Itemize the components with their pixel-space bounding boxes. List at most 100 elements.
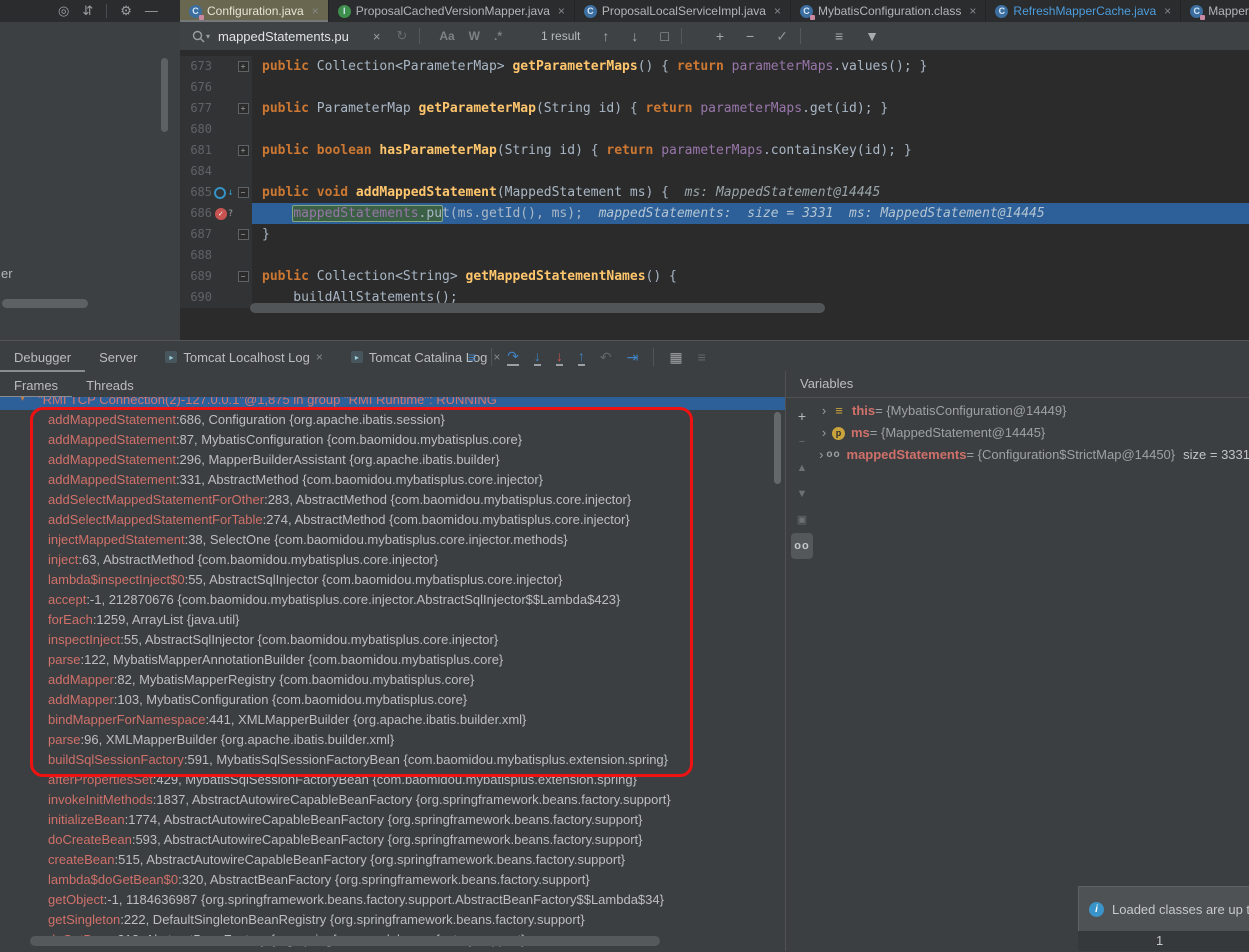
stack-frame[interactable]: initializeBean:1774, AbstractAutowireCap… bbox=[0, 810, 785, 830]
close-icon[interactable]: × bbox=[316, 350, 323, 364]
fold-icon[interactable]: − bbox=[238, 271, 249, 282]
notification-balloon[interactable]: i Loaded classes are up t bbox=[1078, 886, 1249, 932]
evaluate-expression-icon[interactable]: ▦ bbox=[669, 349, 682, 365]
stack-frame[interactable]: forEach:1259, ArrayList {java.util} bbox=[0, 610, 785, 630]
new-line-icon[interactable]: ↻ bbox=[396, 28, 407, 44]
hide-panel-icon[interactable]: — bbox=[145, 0, 158, 22]
whole-words-toggle[interactable]: W bbox=[469, 29, 480, 43]
stack-frame[interactable]: addMappedStatement:686, Configuration {o… bbox=[0, 410, 785, 430]
stack-frame[interactable]: addSelectMappedStatementForOther:283, Ab… bbox=[0, 490, 785, 510]
code-line[interactable]: 687−} bbox=[180, 224, 1249, 245]
stack-frame[interactable]: getObject:-1, 1184636987 {org.springfram… bbox=[0, 890, 785, 910]
filter-icon[interactable]: ▼ bbox=[865, 28, 879, 44]
move-up-icon[interactable]: ▲ bbox=[791, 455, 813, 481]
stack-frame[interactable]: bindMapperForNamespace:441, XMLMapperBui… bbox=[0, 710, 785, 730]
code-line[interactable]: 681+public boolean hasParameterMap(Strin… bbox=[180, 140, 1249, 161]
step-out-icon[interactable]: ↑ bbox=[578, 348, 585, 366]
stack-frame[interactable]: accept:-1, 212870676 {com.baomidou.mybat… bbox=[0, 590, 785, 610]
stack-frame[interactable]: inspectInject:55, AbstractSqlInjector {c… bbox=[0, 630, 785, 650]
code-line[interactable]: 676 bbox=[180, 77, 1249, 98]
filter-search-lines-icon[interactable]: ≡ bbox=[835, 28, 843, 44]
stack-frame[interactable]: getSingleton:222, DefaultSingletonBeanRe… bbox=[0, 910, 785, 930]
editor-tab[interactable]: CRefreshMapperCache.java× bbox=[986, 0, 1181, 22]
close-icon[interactable]: × bbox=[312, 4, 319, 18]
add-watch-icon[interactable]: + bbox=[791, 403, 813, 429]
show-watches-icon[interactable]: oo bbox=[791, 533, 813, 559]
code-editor[interactable]: 673+public Collection<ParameterMap> getP… bbox=[180, 50, 1249, 340]
run-to-cursor-icon[interactable]: ⇥ bbox=[627, 349, 639, 365]
chevron-right-icon[interactable]: › bbox=[816, 422, 832, 444]
stack-frame[interactable]: addMapper:82, MybatisMapperRegistry {com… bbox=[0, 670, 785, 690]
fold-icon[interactable]: + bbox=[238, 103, 249, 114]
variable-row[interactable]: ›pms = {MappedStatement@14445} bbox=[816, 422, 1249, 444]
chevron-right-icon[interactable]: › bbox=[816, 444, 827, 466]
add-occurrence-icon[interactable]: + bbox=[716, 28, 724, 44]
stack-frame[interactable]: addMappedStatement:331, AbstractMethod {… bbox=[0, 470, 785, 490]
locate-icon[interactable]: ◎ bbox=[58, 0, 69, 22]
stack-frame[interactable]: parse:122, MybatisMapperAnnotationBuilde… bbox=[0, 650, 785, 670]
close-icon[interactable]: × bbox=[969, 4, 976, 18]
stack-frame[interactable]: createBean:515, AbstractAutowireCapableB… bbox=[0, 850, 785, 870]
duplicate-icon[interactable]: ▣ bbox=[791, 507, 813, 533]
threads-view-icon[interactable]: ≡ bbox=[468, 349, 476, 365]
fold-icon[interactable]: + bbox=[238, 61, 249, 72]
variable-row[interactable]: ›≡this = {MybatisConfiguration@14449} bbox=[816, 400, 1249, 422]
code-line[interactable]: 673+public Collection<ParameterMap> getP… bbox=[180, 56, 1249, 77]
close-icon[interactable]: × bbox=[774, 4, 781, 18]
code-line[interactable]: 680 bbox=[180, 119, 1249, 140]
breakpoint-icon[interactable]: ✓ bbox=[215, 208, 227, 220]
tab-threads[interactable]: Threads bbox=[72, 372, 148, 398]
open-in-find-window-icon[interactable]: □ bbox=[660, 28, 668, 44]
stack-frame[interactable]: inject:63, AbstractMethod {com.baomidou.… bbox=[0, 550, 785, 570]
search-input[interactable]: mappedStatements.pu bbox=[218, 29, 349, 44]
drop-frame-icon[interactable]: ↶ bbox=[600, 349, 612, 365]
stack-frame[interactable]: buildSqlSessionFactory:591, MybatisSqlSe… bbox=[0, 750, 785, 770]
stack-frame[interactable]: afterPropertiesSet:429, MybatisSqlSessio… bbox=[0, 770, 785, 790]
clear-search-icon[interactable]: × bbox=[373, 29, 381, 44]
stack-frame[interactable]: lambda$doGetBean$0:320, AbstractBeanFact… bbox=[0, 870, 785, 890]
stack-frame[interactable]: injectMappedStatement:38, SelectOne {com… bbox=[0, 530, 785, 550]
stack-frame[interactable]: addMappedStatement:296, MapperBuilderAss… bbox=[0, 450, 785, 470]
code-line[interactable]: 684 bbox=[180, 161, 1249, 182]
code-line[interactable]: 688 bbox=[180, 245, 1249, 266]
editor-tab[interactable]: IProposalCachedVersionMapper.java× bbox=[329, 0, 575, 22]
collapse-all-icon[interactable]: ⇵ bbox=[82, 0, 93, 22]
regex-toggle[interactable]: .* bbox=[494, 29, 502, 43]
tab-frames[interactable]: Frames bbox=[0, 372, 72, 398]
debug-tab[interactable]: Server bbox=[85, 342, 151, 372]
stack-frame[interactable]: invokeInitMethods:1837, AbstractAutowire… bbox=[0, 790, 785, 810]
previous-occurrence-icon[interactable]: ↑ bbox=[602, 28, 609, 44]
fold-icon[interactable]: − bbox=[238, 187, 249, 198]
stack-frame[interactable]: addMapper:103, MybatisConfiguration {com… bbox=[0, 690, 785, 710]
editor-hscrollbar[interactable] bbox=[250, 303, 825, 313]
stack-frame[interactable]: parse:96, XMLMapperBuilder {org.apache.i… bbox=[0, 730, 785, 750]
code-line[interactable]: 677+public ParameterMap getParameterMap(… bbox=[180, 98, 1249, 119]
code-line[interactable]: 689−public Collection<String> getMappedS… bbox=[180, 266, 1249, 287]
editor-tab[interactable]: CMybatisConfiguration.class× bbox=[791, 0, 986, 22]
match-case-toggle[interactable]: Aa bbox=[439, 29, 454, 43]
frames-vscrollbar[interactable] bbox=[774, 412, 781, 484]
stack-frame[interactable]: lambda$inspectInject$0:55, AbstractSqlIn… bbox=[0, 570, 785, 590]
left-panel-vscrollbar[interactable] bbox=[161, 58, 168, 132]
layout-settings-icon[interactable]: ≡ bbox=[698, 349, 706, 365]
select-all-occurrences-icon[interactable]: ✓ bbox=[776, 28, 788, 45]
force-step-into-icon[interactable]: ↓ bbox=[556, 348, 563, 366]
editor-tab[interactable]: CMapperMethod.java× bbox=[1181, 0, 1249, 22]
step-into-icon[interactable]: ↓ bbox=[534, 348, 541, 366]
debug-tab[interactable]: ▸Tomcat Localhost Log× bbox=[151, 342, 336, 372]
move-down-icon[interactable]: ▼ bbox=[791, 481, 813, 507]
fold-icon[interactable]: − bbox=[238, 229, 249, 240]
thread-row[interactable]: ▾ "RMI TCP Connection(2)-127.0.0.1"@1,87… bbox=[0, 397, 785, 410]
stack-frame[interactable]: doCreateBean:593, AbstractAutowireCapabl… bbox=[0, 830, 785, 850]
editor-tab[interactable]: CProposalLocalServiceImpl.java× bbox=[575, 0, 791, 22]
debug-tab[interactable]: Debugger bbox=[0, 342, 85, 372]
remove-occurrence-icon[interactable]: − bbox=[746, 28, 754, 44]
stack-frame[interactable]: addMappedStatement:87, MybatisConfigurat… bbox=[0, 430, 785, 450]
code-line[interactable]: 686✓? mappedStatements.put(ms.getId(), m… bbox=[180, 203, 1249, 224]
code-line[interactable]: 685↓−public void addMappedStatement(Mapp… bbox=[180, 182, 1249, 203]
next-occurrence-icon[interactable]: ↓ bbox=[631, 28, 638, 44]
fold-icon[interactable]: + bbox=[238, 145, 249, 156]
remove-watch-icon[interactable]: − bbox=[791, 429, 813, 455]
editor-tab[interactable]: CConfiguration.java× bbox=[180, 0, 329, 22]
search-history-dropdown-icon[interactable]: ▾ bbox=[206, 32, 210, 41]
